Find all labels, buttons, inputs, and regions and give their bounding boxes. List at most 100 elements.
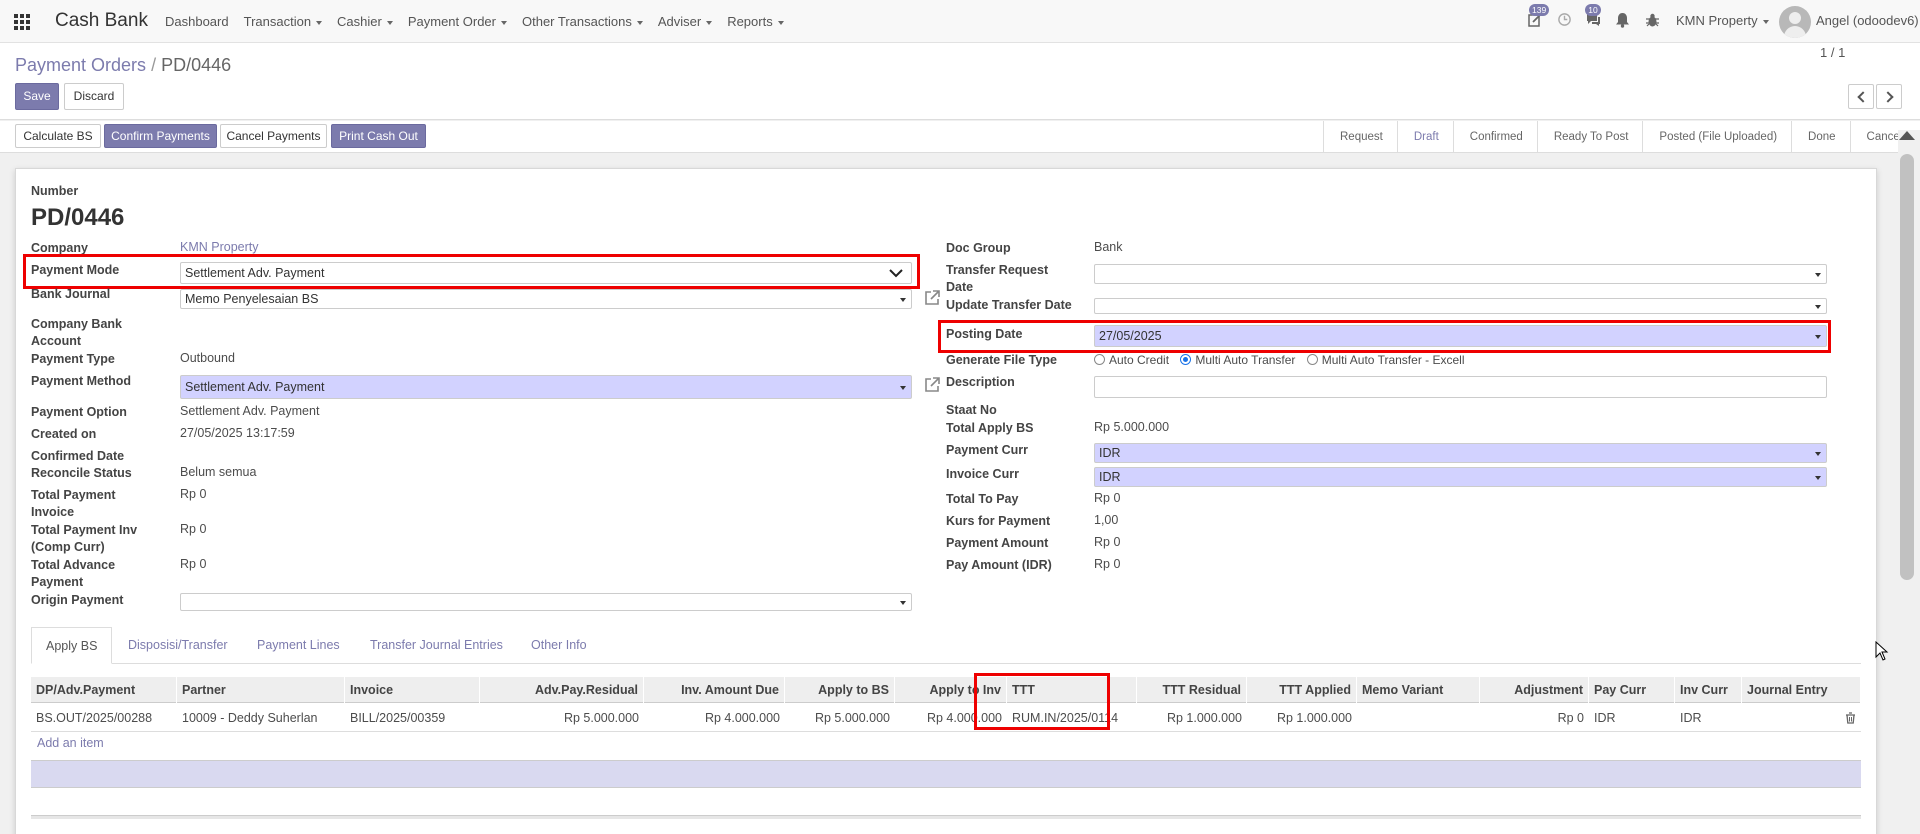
kurs-label: Kurs for Payment [946, 514, 1051, 528]
discard-button[interactable]: Discard [64, 83, 124, 110]
scrollbar-thumb[interactable] [1900, 154, 1914, 580]
pager-previous-button[interactable] [1848, 84, 1874, 109]
cell-memo-variant [1357, 704, 1480, 732]
payment-curr-label: Payment Curr [946, 443, 1028, 457]
origin-payment-label: Origin Payment [31, 593, 124, 607]
table-row[interactable]: BS.OUT/2025/00288 10009 - Deddy Suherlan… [31, 704, 1861, 732]
menu-adviser[interactable]: Adviser [658, 14, 713, 29]
menu-cashier[interactable]: Cashier [337, 14, 393, 29]
total-apply-bs-label: Total Apply BS [946, 421, 1034, 435]
apps-menu-icon[interactable] [14, 14, 30, 30]
cancel-payments-button[interactable]: Cancel Payments [220, 124, 327, 148]
col-invoice[interactable]: Invoice [345, 677, 480, 703]
menu-payment-order[interactable]: Payment Order [408, 14, 507, 29]
number-label: Number [31, 184, 79, 198]
user-avatar[interactable] [1779, 6, 1811, 38]
breadcrumb: Payment Orders / PD/0446 [15, 55, 231, 76]
cell-apply-to-bs: Rp 5.000.000 [814, 711, 890, 725]
created-on-value: 27/05/2025 13:17:59 [180, 426, 295, 440]
menu-other-transactions[interactable]: Other Transactions [522, 14, 643, 29]
tab-other-info[interactable]: Other Info [531, 627, 587, 664]
col-memo-variant[interactable]: Memo Variant [1357, 677, 1480, 703]
activity-icon[interactable]: 139 [1527, 4, 1550, 32]
tab-apply-bs[interactable]: Apply BS [31, 627, 113, 664]
update-transfer-date-field[interactable] [1094, 298, 1827, 314]
total-payment-inv-comp-value: Rp 0 [180, 522, 207, 536]
breadcrumb-parent[interactable]: Payment Orders [15, 55, 146, 75]
tab-disposisi-transfer[interactable]: Disposisi/Transfer [128, 627, 228, 664]
stage-done[interactable]: Done [1791, 121, 1850, 153]
col-adjustment[interactable]: Adjustment [1480, 677, 1589, 703]
confirm-payments-button[interactable]: Confirm Payments [104, 124, 217, 148]
cell-ttt-residual: Rp 1.000.000 [1166, 711, 1242, 725]
calculate-bs-button[interactable]: Calculate BS [15, 124, 101, 148]
bell-icon[interactable] [1615, 12, 1633, 32]
invoice-curr-field[interactable]: IDR [1094, 467, 1827, 487]
radio-auto-credit[interactable]: Auto Credit [1094, 353, 1169, 367]
cell-inv-amount-due: Rp 4.000.000 [704, 711, 780, 725]
table-footer [31, 815, 1861, 819]
user-menu[interactable]: Angel (odoodev6) [1816, 13, 1919, 28]
transfer-request-date-field[interactable] [1094, 264, 1827, 284]
scroll-up-arrow-icon[interactable] [1899, 131, 1915, 140]
highlight-posting-date [938, 320, 1831, 353]
tab-transfer-journal-entries[interactable]: Transfer Journal Entries [370, 627, 503, 664]
cell-invoice: BILL/2025/00359 [350, 711, 446, 725]
cell-adjustment: Rp 0 [1557, 711, 1584, 725]
highlight-payment-mode [23, 254, 920, 289]
update-transfer-date-label: Update Transfer Date [946, 298, 1072, 312]
breadcrumb-current: PD/0446 [161, 55, 232, 75]
menu-reports[interactable]: Reports [727, 14, 784, 29]
payment-option-value: Settlement Adv. Payment [180, 404, 320, 418]
col-inv-curr[interactable]: Inv Curr [1675, 677, 1742, 703]
reconcile-status-label: Reconcile Status [31, 466, 132, 480]
add-item-link[interactable]: Add an item [37, 736, 104, 750]
pager-next-button[interactable] [1876, 84, 1902, 109]
pay-amount-idr-label: Pay Amount (IDR) [946, 558, 1052, 572]
bug-icon[interactable] [1645, 12, 1663, 32]
tab-payment-lines[interactable]: Payment Lines [257, 627, 340, 664]
payment-amount-value: Rp 0 [1094, 535, 1121, 549]
col-ttt-applied[interactable]: TTT Applied [1247, 677, 1357, 703]
save-button[interactable]: Save [15, 83, 59, 110]
payment-method-field[interactable]: Settlement Adv. Payment [180, 375, 912, 399]
notebook-tabs: Apply BS Disposisi/Transfer Payment Line… [31, 627, 1861, 664]
payment-method-label: Payment Method [31, 374, 132, 388]
stage-confirmed[interactable]: Confirmed [1452, 121, 1537, 153]
stage-ready-to-post[interactable]: Ready To Post [1536, 121, 1643, 153]
radio-multi-auto-transfer-excell[interactable]: Multi Auto Transfer - Excell [1306, 353, 1464, 367]
status-stages: Request Draft Confirmed Ready To Post Po… [1323, 121, 1916, 153]
origin-payment-field[interactable] [180, 593, 912, 611]
col-partner[interactable]: Partner [177, 677, 345, 703]
bank-journal-field[interactable]: Memo Penyelesaian BS [180, 289, 912, 309]
col-pay-curr[interactable]: Pay Curr [1589, 677, 1675, 703]
print-cash-out-button[interactable]: Print Cash Out [331, 124, 426, 148]
description-label: Description [946, 375, 1015, 389]
col-journal-entry[interactable]: Journal Entry [1742, 677, 1861, 703]
menu-transaction[interactable]: Transaction [244, 14, 323, 29]
payment-curr-field[interactable]: IDR [1094, 443, 1827, 463]
staat-no-label: Staat No [946, 403, 997, 417]
company-bank-label: Company Bank Account [31, 317, 122, 348]
col-ttt-residual[interactable]: TTT Residual [1137, 677, 1247, 703]
clock-icon[interactable] [1557, 12, 1575, 32]
cell-ttt-applied: Rp 1.000.000 [1276, 711, 1352, 725]
radio-multi-auto-transfer[interactable]: Multi Auto Transfer [1180, 353, 1295, 367]
stage-draft[interactable]: Draft [1396, 121, 1453, 153]
description-field[interactable] [1094, 376, 1827, 398]
company-value[interactable]: KMN Property [180, 240, 259, 254]
col-adv-pay-residual[interactable]: Adv.Pay.Residual [480, 677, 644, 703]
messages-icon[interactable]: 10 [1585, 4, 1603, 32]
col-dp-adv-payment[interactable]: DP/Adv.Payment [31, 677, 177, 703]
external-link-icon[interactable] [923, 289, 941, 307]
col-inv-amount-due[interactable]: Inv. Amount Due [644, 677, 785, 703]
company-switcher[interactable]: KMN Property [1676, 13, 1769, 28]
col-apply-to-bs[interactable]: Apply to BS [785, 677, 895, 703]
highlight-ttt-column [974, 673, 1110, 730]
trash-icon[interactable] [1845, 712, 1856, 724]
menu-dashboard[interactable]: Dashboard [165, 14, 229, 29]
table-header: DP/Adv.Payment Partner Invoice Adv.Pay.R… [31, 677, 1861, 703]
stage-request[interactable]: Request [1323, 121, 1397, 153]
external-link-icon[interactable] [923, 376, 941, 394]
stage-posted[interactable]: Posted (File Uploaded) [1642, 121, 1791, 153]
